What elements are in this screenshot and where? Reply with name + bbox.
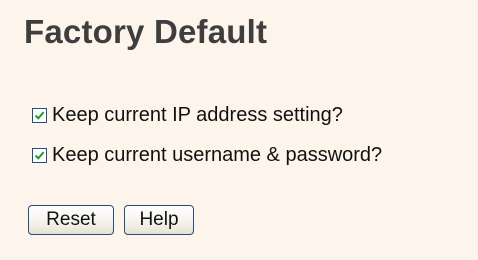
- factory-default-panel: Factory Default Keep current IP address …: [0, 0, 478, 260]
- keep-ip-option: Keep current IP address setting?: [32, 104, 343, 127]
- keep-ip-checkbox[interactable]: [32, 108, 47, 123]
- keep-user-label: Keep current username & password?: [52, 144, 383, 166]
- keep-user-checkbox[interactable]: [32, 148, 47, 163]
- page-title: Factory Default: [24, 13, 268, 50]
- keep-user-option: Keep current username & password?: [32, 144, 382, 167]
- keep-ip-label: Keep current IP address setting?: [52, 104, 343, 126]
- reset-button[interactable]: Reset: [28, 205, 114, 235]
- help-button[interactable]: Help: [124, 205, 194, 235]
- checkmark-icon: [34, 151, 45, 160]
- checkmark-icon: [34, 111, 45, 120]
